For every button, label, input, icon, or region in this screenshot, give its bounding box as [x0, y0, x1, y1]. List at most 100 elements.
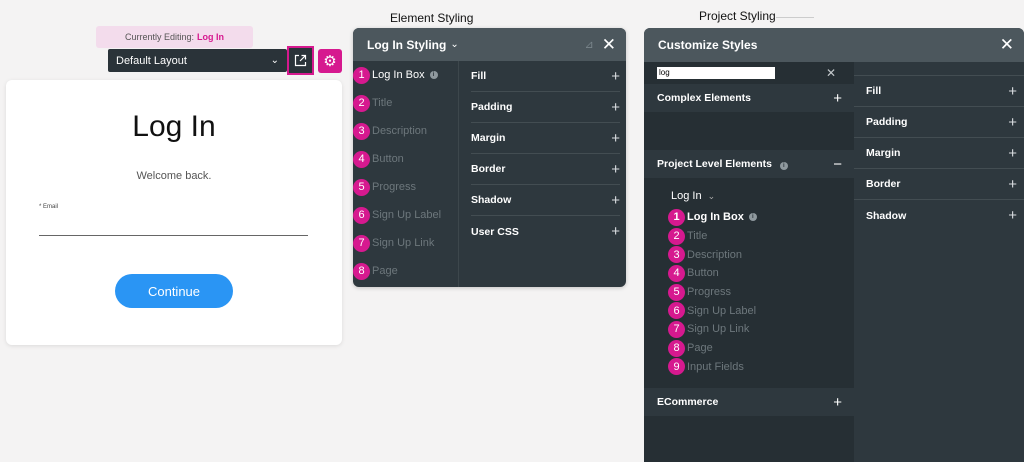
- layout-select[interactable]: Default Layout ⌄: [108, 49, 287, 72]
- element-item-label: Description: [372, 125, 428, 137]
- chevron-down-icon: ⌄: [707, 191, 716, 201]
- section-label: ECommerce: [657, 396, 719, 408]
- project-item-page[interactable]: 8 Page: [668, 339, 757, 358]
- search-input[interactable]: [657, 67, 775, 79]
- project-item-progress[interactable]: 5 Progress: [668, 283, 757, 302]
- continue-button[interactable]: Continue: [115, 274, 233, 308]
- property-padding[interactable]: Padding +: [854, 107, 1024, 138]
- project-item-sign-up-link[interactable]: 7 Sign Up Link: [668, 320, 757, 339]
- plus-icon[interactable]: +: [1008, 207, 1017, 224]
- project-item-label: Title: [687, 230, 708, 243]
- group-label: Log In: [671, 190, 702, 202]
- number-badge: 6: [668, 302, 685, 320]
- element-styling-panel: Log In Styling ⌄ ⊿ ✕ 1 Log In Box i 2 Ti…: [353, 28, 626, 287]
- element-item-label: Button: [372, 153, 404, 165]
- project-item-label: Button: [687, 267, 719, 280]
- clear-search-icon[interactable]: ✕: [826, 66, 836, 80]
- property-padding[interactable]: Padding +: [471, 92, 620, 123]
- project-item-title[interactable]: 2 Title: [668, 227, 757, 246]
- info-icon: i: [429, 71, 438, 79]
- login-card-preview[interactable]: Log In Welcome back. * Email Continue: [6, 80, 342, 345]
- number-badge: 1: [668, 208, 685, 226]
- property-label: User CSS: [471, 225, 519, 238]
- email-field[interactable]: [39, 235, 308, 236]
- chevron-down-icon[interactable]: ⌄: [450, 39, 458, 50]
- element-item-button[interactable]: 4 Button: [353, 145, 458, 173]
- project-item-input-fields[interactable]: 9 Input Fields: [668, 358, 757, 377]
- currently-editing-tag: Currently Editing: Log In: [96, 26, 253, 48]
- element-styling-header: Log In Styling ⌄ ⊿ ✕: [353, 28, 626, 61]
- section-project-level-elements[interactable]: Project Level Elements i −: [644, 150, 854, 178]
- style-tree: ✕ Complex Elements + Project Level Eleme…: [644, 62, 854, 462]
- property-border[interactable]: Border +: [471, 154, 620, 185]
- close-icon[interactable]: ✕: [602, 35, 616, 55]
- property-label: Fill: [471, 70, 487, 82]
- caption-divider: [776, 17, 814, 18]
- project-item-login-box[interactable]: 1 Log In Box i: [668, 208, 757, 227]
- open-external-button[interactable]: [287, 46, 314, 75]
- plus-icon[interactable]: +: [1008, 114, 1017, 131]
- plus-icon[interactable]: +: [1008, 83, 1017, 100]
- plus-icon[interactable]: +: [611, 223, 620, 240]
- project-item-label: Progress: [687, 286, 732, 299]
- element-item-progress[interactable]: 5 Progress: [353, 173, 458, 201]
- number-badge: 6: [353, 206, 370, 224]
- element-styling-title[interactable]: Log In Styling: [367, 38, 446, 52]
- plus-icon[interactable]: +: [1008, 145, 1017, 162]
- element-item-sign-up-link[interactable]: 7 Sign Up Link: [353, 229, 458, 257]
- property-shadow[interactable]: Shadow +: [854, 200, 1024, 231]
- plus-icon[interactable]: +: [833, 394, 842, 411]
- property-label: Border: [471, 163, 506, 175]
- element-item-sign-up-label[interactable]: 6 Sign Up Label: [353, 201, 458, 229]
- property-shadow[interactable]: Shadow +: [471, 185, 620, 216]
- project-item-label: Description: [687, 248, 743, 261]
- property-margin[interactable]: Margin +: [471, 123, 620, 154]
- property-user-css[interactable]: User CSS +: [471, 216, 620, 247]
- element-item-login-box[interactable]: 1 Log In Box i: [353, 61, 458, 89]
- currently-editing-value: Log In: [197, 32, 225, 42]
- login-title: Log In: [132, 110, 216, 143]
- project-item-label: Sign Up Label: [687, 304, 757, 317]
- settings-button[interactable]: ⚙: [318, 49, 342, 73]
- element-item-title[interactable]: 2 Title: [353, 89, 458, 117]
- plus-icon[interactable]: +: [611, 161, 620, 178]
- plus-icon[interactable]: +: [1008, 176, 1017, 193]
- number-badge: 8: [668, 339, 685, 357]
- close-icon[interactable]: ✕: [1000, 35, 1014, 55]
- number-badge: 2: [353, 94, 370, 112]
- element-item-label: Sign Up Label: [372, 209, 442, 221]
- number-badge: 5: [353, 178, 370, 196]
- section-ecommerce[interactable]: ECommerce +: [644, 388, 854, 416]
- project-item-label: Input Fields: [687, 360, 744, 373]
- project-properties: Fill + Padding + Margin + Border + Shado…: [854, 62, 1024, 462]
- info-icon: i: [779, 162, 788, 170]
- element-item-page[interactable]: 8 Page: [353, 257, 458, 285]
- pin-icon[interactable]: ⊿: [585, 38, 594, 51]
- number-badge: 3: [668, 246, 685, 264]
- property-fill[interactable]: Fill +: [854, 76, 1024, 107]
- element-item-label: Page: [372, 265, 398, 277]
- customize-styles-panel: Customize Styles ✕ ✕ Complex Elements + …: [644, 28, 1024, 462]
- plus-icon[interactable]: +: [611, 192, 620, 209]
- element-item-description[interactable]: 3 Description: [353, 117, 458, 145]
- email-label: * Email: [39, 204, 59, 210]
- plus-icon[interactable]: +: [833, 90, 842, 107]
- property-fill[interactable]: Fill +: [471, 61, 620, 92]
- customize-styles-title: Customize Styles: [658, 38, 758, 52]
- plus-icon[interactable]: +: [611, 99, 620, 116]
- number-badge: 7: [668, 320, 685, 338]
- project-item-button[interactable]: 4 Button: [668, 264, 757, 283]
- element-styling-caption: Element Styling: [390, 11, 474, 25]
- section-complex-elements[interactable]: Complex Elements +: [644, 84, 854, 112]
- element-item-label: Log In Box: [372, 69, 425, 81]
- project-item-sign-up-label[interactable]: 6 Sign Up Label: [668, 301, 757, 320]
- group-login[interactable]: Log In ⌄: [671, 190, 715, 202]
- minus-icon[interactable]: −: [833, 156, 842, 173]
- project-item-description[interactable]: 3 Description: [668, 245, 757, 264]
- customize-styles-header: Customize Styles ✕: [644, 28, 1024, 62]
- plus-icon[interactable]: +: [611, 130, 620, 147]
- plus-icon[interactable]: +: [611, 68, 620, 85]
- property-margin[interactable]: Margin +: [854, 138, 1024, 169]
- chevron-down-icon: ⌄: [270, 55, 279, 66]
- property-border[interactable]: Border +: [854, 169, 1024, 200]
